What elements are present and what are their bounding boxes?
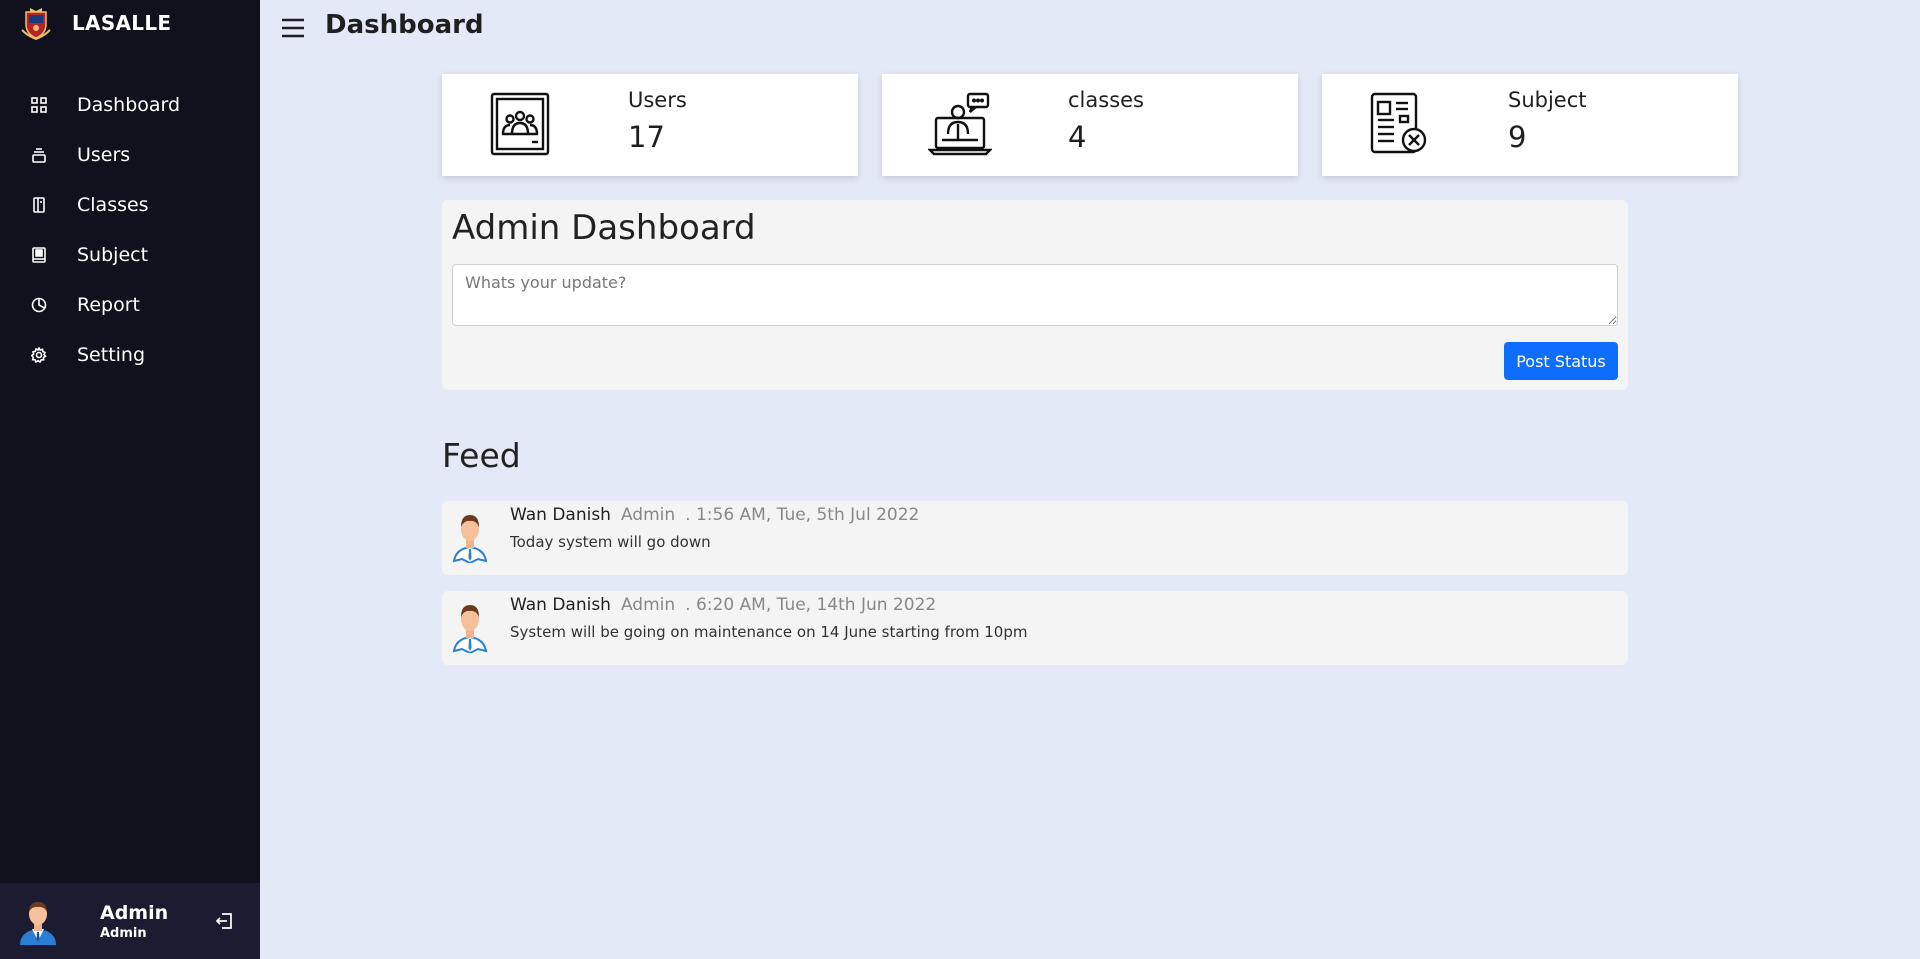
sidebar-item-classes[interactable]: Classes (0, 180, 260, 230)
feed-text: Today system will go down (510, 533, 711, 551)
feed-timestamp: . 6:20 AM, Tue, 14th Jun 2022 (685, 595, 937, 615)
sidebar-item-label: Classes (77, 194, 149, 216)
document-icon (1370, 92, 1427, 154)
sidebar-item-report[interactable]: Report (0, 280, 260, 330)
sidebar-item-label: Users (77, 144, 131, 166)
hamburger-menu-icon[interactable] (281, 18, 305, 38)
avatar[interactable] (14, 897, 62, 945)
stat-label: Subject (1508, 88, 1587, 112)
stat-card-classes[interactable]: classes 4 (882, 74, 1298, 176)
feed-role: Admin (620, 505, 676, 525)
feed-role: Admin (620, 595, 676, 615)
feed-meta: Wan Danish Admin . 6:20 AM, Tue, 14th Ju… (510, 595, 936, 615)
classes-icon (30, 196, 48, 214)
avatar (452, 605, 488, 653)
stat-value: 17 (628, 120, 665, 154)
sidebar-item-dashboard[interactable]: Dashboard (0, 80, 260, 130)
school-crest-icon (21, 8, 51, 40)
admin-dashboard-panel: Admin Dashboard Post Status (442, 200, 1628, 390)
feed-meta: Wan Danish Admin . 1:56 AM, Tue, 5th Jul… (510, 505, 919, 525)
feed-author: Wan Danish (510, 595, 611, 615)
profile-name: Admin (100, 901, 169, 924)
brand-name: LASALLE (72, 11, 172, 35)
page-title: Dashboard (325, 10, 484, 40)
logout-icon[interactable] (214, 911, 234, 931)
sidebar-item-subject[interactable]: Subject (0, 230, 260, 280)
book-icon (30, 246, 48, 264)
status-update-input[interactable] (452, 264, 1618, 326)
stat-value: 4 (1068, 120, 1087, 154)
sidebar-nav: Dashboard Users Classes Subject Report S… (0, 80, 260, 380)
users-frame-icon (490, 92, 550, 156)
sidebar-item-setting[interactable]: Setting (0, 330, 260, 380)
profile-panel: Admin Admin (0, 883, 260, 959)
sidebar-item-label: Setting (77, 344, 146, 366)
stat-label: Users (628, 88, 687, 112)
avatar (452, 515, 488, 563)
brand[interactable]: LASALLE (20, 6, 171, 40)
post-status-button[interactable]: Post Status (1504, 342, 1618, 380)
admin-title: Admin Dashboard (452, 208, 756, 248)
feed-text: System will be going on maintenance on 1… (510, 623, 1028, 641)
sidebar-item-label: Subject (77, 244, 149, 266)
feed-item: Wan Danish Admin . 6:20 AM, Tue, 14th Ju… (442, 591, 1628, 665)
feed-title: Feed (442, 436, 521, 475)
grid-icon (30, 96, 48, 114)
sidebar-item-users[interactable]: Users (0, 130, 260, 180)
profile-role: Admin (100, 925, 147, 941)
sidebar: LASALLE Dashboard Users Classes Subject … (0, 0, 260, 959)
online-class-icon (928, 92, 992, 156)
sidebar-item-label: Report (77, 294, 140, 316)
stat-card-subject[interactable]: Subject 9 (1322, 74, 1738, 176)
pie-chart-icon (30, 296, 48, 314)
feed-item: Wan Danish Admin . 1:56 AM, Tue, 5th Jul… (442, 501, 1628, 575)
sidebar-item-label: Dashboard (77, 94, 181, 116)
profile-info: Admin Admin (100, 902, 168, 941)
feed-timestamp: . 1:56 AM, Tue, 5th Jul 2022 (685, 505, 920, 525)
users-icon (30, 146, 48, 164)
feed-author: Wan Danish (510, 505, 611, 525)
gear-icon (30, 346, 48, 364)
stat-card-users[interactable]: Users 17 (442, 74, 858, 176)
stat-value: 9 (1508, 120, 1527, 154)
stat-label: classes (1068, 88, 1144, 112)
